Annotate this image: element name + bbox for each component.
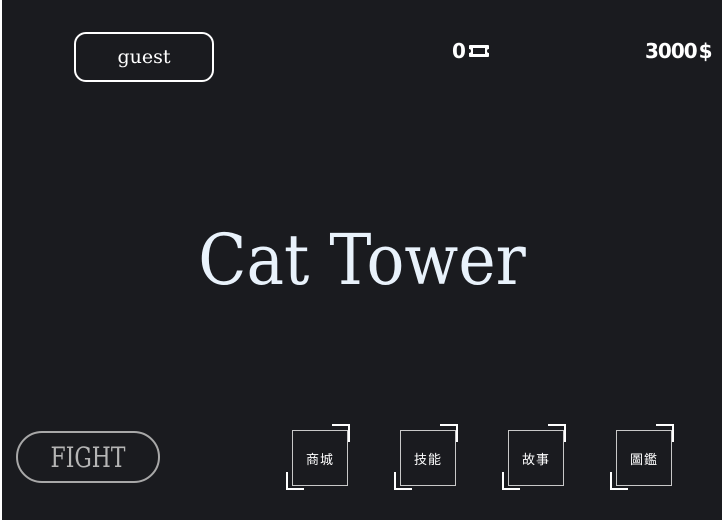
- ticket-counter: 0: [452, 38, 490, 64]
- fight-button[interactable]: FIGHT: [16, 431, 160, 483]
- story-button[interactable]: 故事: [502, 422, 574, 494]
- fight-button-label: FIGHT: [50, 440, 126, 474]
- shop-button-label: 商城: [292, 430, 348, 486]
- coin-counter: 3000 $: [645, 38, 713, 64]
- story-button-label: 故事: [508, 430, 564, 486]
- skills-button[interactable]: 技能: [394, 422, 466, 494]
- username-label: guest: [117, 46, 171, 68]
- collection-button[interactable]: 圖鑑: [610, 422, 682, 494]
- game-title: Cat Tower: [198, 219, 526, 301]
- coin-count: 3000: [645, 39, 698, 63]
- dollar-icon: $: [698, 39, 713, 63]
- shop-button[interactable]: 商城: [286, 422, 358, 494]
- ticket-count: 0: [452, 39, 466, 63]
- username-box[interactable]: guest: [74, 32, 214, 82]
- skills-button-label: 技能: [400, 430, 456, 486]
- ticket-icon: [468, 45, 489, 57]
- collection-button-label: 圖鑑: [616, 430, 672, 486]
- game-screen: guest 0 3000 $ Cat Tower FIGHT 商城 技能 故事 …: [2, 0, 722, 520]
